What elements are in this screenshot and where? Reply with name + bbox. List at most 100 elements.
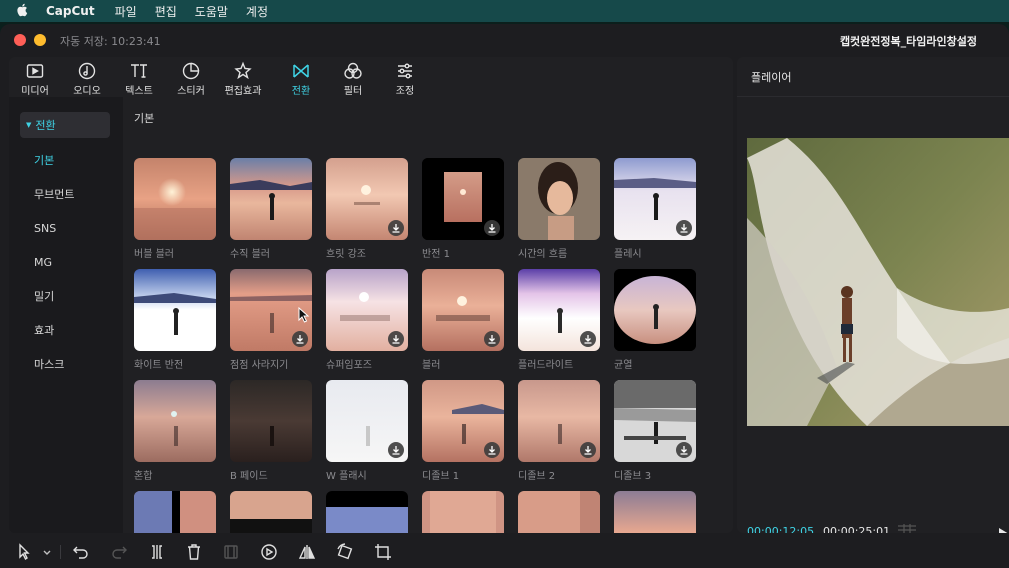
tab-transition[interactable]: 전환 bbox=[275, 57, 327, 97]
category-parent-label: 전환 bbox=[35, 119, 56, 132]
transition-tile[interactable] bbox=[518, 158, 600, 240]
category-mg[interactable]: MG bbox=[20, 249, 110, 275]
transition-tile[interactable] bbox=[134, 491, 216, 533]
transition-tile[interactable] bbox=[422, 158, 504, 240]
menu-bar: CapCut 파일 편집 도움말 계정 bbox=[0, 0, 1009, 22]
asset-toolbar: 미디어 오디오 텍스트 스티커 편집효과 전환 필터 조정 bbox=[9, 57, 733, 97]
select-tool-button[interactable] bbox=[16, 543, 34, 561]
transition-tile[interactable] bbox=[134, 269, 216, 351]
tab-media[interactable]: 미디어 bbox=[9, 57, 61, 97]
menu-help[interactable]: 도움말 bbox=[195, 3, 228, 20]
timeline-grid-icon[interactable] bbox=[897, 523, 917, 533]
download-button[interactable] bbox=[388, 220, 404, 236]
filter-icon bbox=[344, 62, 362, 79]
tile-label: 버블 블러 bbox=[134, 249, 174, 260]
redo-button[interactable] bbox=[110, 543, 128, 561]
transition-tile[interactable] bbox=[422, 380, 504, 462]
download-button[interactable] bbox=[676, 220, 692, 236]
delete-button[interactable] bbox=[185, 543, 203, 561]
download-button[interactable] bbox=[388, 442, 404, 458]
tab-audio[interactable]: 오디오 bbox=[61, 57, 113, 97]
media-icon bbox=[26, 64, 44, 78]
tab-adjust[interactable]: 조정 bbox=[379, 57, 431, 97]
transition-tile[interactable] bbox=[326, 158, 408, 240]
transition-tile[interactable] bbox=[614, 491, 696, 533]
transition-tile[interactable] bbox=[518, 380, 600, 462]
download-icon bbox=[680, 224, 688, 233]
category-basic[interactable]: 기본 bbox=[20, 147, 110, 173]
tile-label: 화이트 반전 bbox=[134, 360, 184, 371]
download-icon bbox=[296, 335, 304, 344]
undo-button[interactable] bbox=[72, 543, 90, 561]
category-transition-parent[interactable]: ▼ 전환 bbox=[20, 112, 110, 138]
transition-tile[interactable] bbox=[614, 380, 696, 462]
tab-sticker[interactable]: 스티커 bbox=[165, 57, 217, 97]
download-icon bbox=[488, 446, 496, 455]
download-button[interactable] bbox=[484, 220, 500, 236]
tile-label: 디졸브 3 bbox=[614, 471, 652, 482]
download-button[interactable] bbox=[292, 331, 308, 347]
transition-tile[interactable] bbox=[422, 491, 504, 533]
download-icon bbox=[680, 446, 688, 455]
download-button[interactable] bbox=[484, 331, 500, 347]
tab-effects[interactable]: 편집효과 bbox=[217, 57, 269, 97]
download-icon bbox=[392, 335, 400, 344]
tile-label: 흐릿 강조 bbox=[326, 249, 366, 260]
tile-label: W 플래시 bbox=[326, 471, 367, 482]
category-effect[interactable]: 효과 bbox=[20, 317, 110, 343]
transition-tile[interactable] bbox=[326, 491, 408, 533]
transition-tile[interactable] bbox=[230, 158, 312, 240]
menu-account[interactable]: 계정 bbox=[246, 3, 268, 20]
text-icon bbox=[131, 64, 147, 78]
close-window-button[interactable] bbox=[14, 34, 26, 46]
effects-icon bbox=[234, 61, 252, 80]
minimize-window-button[interactable] bbox=[34, 34, 46, 46]
download-button[interactable] bbox=[676, 442, 692, 458]
category-mask[interactable]: 마스크 bbox=[20, 351, 110, 377]
rotate-button[interactable] bbox=[336, 543, 354, 561]
rotate-icon bbox=[337, 543, 353, 560]
transition-tile[interactable] bbox=[326, 269, 408, 351]
apple-icon[interactable] bbox=[16, 3, 30, 20]
play-clip-button[interactable] bbox=[260, 543, 278, 561]
tab-filter[interactable]: 필터 bbox=[327, 57, 379, 97]
split-button[interactable] bbox=[148, 543, 166, 561]
transition-tile[interactable] bbox=[230, 380, 312, 462]
crop-button[interactable] bbox=[374, 543, 392, 561]
download-button[interactable] bbox=[388, 331, 404, 347]
transition-tile[interactable] bbox=[134, 158, 216, 240]
audio-icon bbox=[78, 62, 96, 80]
tile-label: 시간의 흐름 bbox=[518, 249, 568, 260]
category-movement[interactable]: 무브먼트 bbox=[20, 181, 110, 207]
app-name-menu[interactable]: CapCut bbox=[46, 4, 95, 18]
menu-file[interactable]: 파일 bbox=[115, 3, 137, 20]
transition-tile[interactable] bbox=[230, 491, 312, 533]
caret-down-icon: ▼ bbox=[26, 121, 32, 129]
player-preview[interactable] bbox=[747, 138, 1009, 426]
tile-label: 반전 1 bbox=[422, 249, 450, 260]
freeze-button[interactable] bbox=[222, 543, 240, 561]
transition-tile[interactable] bbox=[614, 158, 696, 240]
select-tool-dropdown[interactable] bbox=[38, 543, 51, 561]
pointer-icon bbox=[19, 543, 30, 561]
title-bar: 자동 저장: 10:23:41 캡컷완전정복_타임라인창설정 bbox=[0, 24, 1009, 56]
transition-tile[interactable] bbox=[422, 269, 504, 351]
mirror-button[interactable] bbox=[298, 543, 316, 561]
tab-media-label: 미디어 bbox=[21, 86, 49, 97]
tile-label: 수직 블러 bbox=[230, 249, 270, 260]
play-icon[interactable] bbox=[999, 525, 1009, 533]
transition-tile[interactable] bbox=[518, 269, 600, 351]
tab-text[interactable]: 텍스트 bbox=[113, 57, 165, 97]
media-panel: 미디어 오디오 텍스트 스티커 편집효과 전환 필터 조정 ▼ 전환 기본 무브… bbox=[9, 57, 733, 533]
transition-tile[interactable] bbox=[326, 380, 408, 462]
transition-tile[interactable] bbox=[614, 269, 696, 351]
download-button[interactable] bbox=[580, 442, 596, 458]
category-sns[interactable]: SNS bbox=[20, 215, 110, 241]
download-button[interactable] bbox=[484, 442, 500, 458]
download-button[interactable] bbox=[580, 331, 596, 347]
transition-tile[interactable] bbox=[518, 491, 600, 533]
transition-tile[interactable] bbox=[134, 380, 216, 462]
category-push[interactable]: 밀기 bbox=[20, 283, 110, 309]
menu-edit[interactable]: 편집 bbox=[155, 3, 177, 20]
adjust-icon bbox=[398, 63, 412, 79]
